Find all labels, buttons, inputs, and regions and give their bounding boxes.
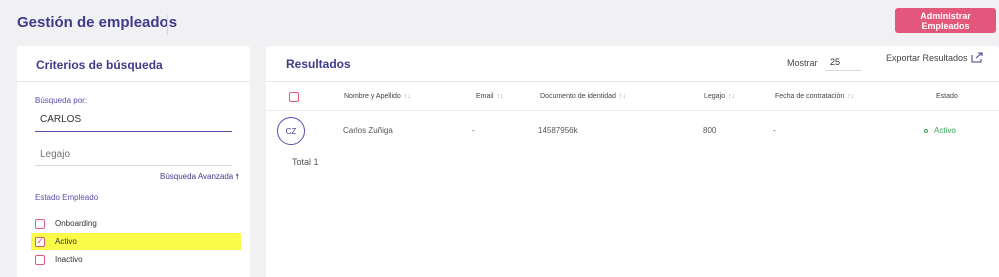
employee-email: - bbox=[472, 126, 475, 135]
column-header-estado: Estado bbox=[936, 93, 958, 100]
search-criteria-panel: Criterios de búsqueda Búsqueda por: Búsq… bbox=[17, 46, 250, 277]
panel-divider bbox=[17, 81, 250, 82]
panel-divider bbox=[266, 81, 999, 82]
column-header-label: Email bbox=[476, 93, 494, 100]
column-header-legajo[interactable]: Legajo ↑↓ bbox=[704, 93, 735, 100]
advanced-search-label: Búsqueda Avanzada bbox=[160, 172, 234, 181]
mostrar-label: Mostrar bbox=[787, 58, 818, 68]
results-total: Total 1 bbox=[292, 157, 319, 167]
column-header-nombre[interactable]: Nombre y Apellido ↑↓ bbox=[344, 93, 411, 100]
results-title: Resultados bbox=[286, 57, 351, 71]
column-header-label: Legajo bbox=[704, 93, 726, 100]
search-criteria-title: Criterios de búsqueda bbox=[36, 58, 163, 72]
activo-checkbox[interactable]: ✓ bbox=[35, 236, 45, 247]
sort-icon: ↑↓ bbox=[728, 93, 736, 100]
page-title: Gestión de empleados bbox=[17, 14, 178, 31]
onboarding-checkbox[interactable] bbox=[35, 218, 45, 229]
onboarding-label: Onboarding bbox=[55, 219, 97, 228]
page-size-input[interactable] bbox=[825, 53, 861, 71]
status-text: Activo bbox=[934, 126, 956, 135]
search-input[interactable] bbox=[35, 108, 232, 132]
employee-documento: 14587956k bbox=[538, 126, 578, 135]
column-header-fecha[interactable]: Fecha de contratación ↑↓ bbox=[775, 93, 854, 100]
search-by-label: Búsqueda por: bbox=[35, 96, 88, 105]
inactivo-label: Inactivo bbox=[55, 255, 83, 264]
select-all-checkbox[interactable] bbox=[289, 92, 299, 102]
estado-empleado-label: Estado Empleado bbox=[35, 193, 99, 202]
inactivo-checkbox[interactable] bbox=[35, 254, 45, 265]
arrow-up-icon: 🠕 bbox=[235, 172, 239, 181]
estado-option-onboarding[interactable]: Onboarding bbox=[31, 215, 241, 232]
header-row-divider bbox=[266, 110, 999, 111]
top-bar: Gestión de empleados Administrar Emplead… bbox=[0, 0, 999, 44]
advanced-search-link[interactable]: Búsqueda Avanzada 🠕 bbox=[160, 171, 239, 185]
employee-name[interactable]: Carlos Zuñiga bbox=[343, 126, 393, 135]
sort-icon: ↑↓ bbox=[847, 93, 855, 100]
avatar: CZ bbox=[277, 117, 305, 145]
title-divider bbox=[167, 15, 168, 35]
export-results-link[interactable]: Exportar Resultados bbox=[886, 52, 983, 63]
estado-option-activo[interactable]: ✓ Activo bbox=[31, 233, 241, 250]
legajo-field[interactable] bbox=[35, 144, 232, 166]
column-header-email[interactable]: Email ↑↓ bbox=[476, 93, 504, 100]
column-header-documento[interactable]: Documento de identidad ↑↓ bbox=[540, 93, 626, 100]
export-icon bbox=[971, 52, 983, 63]
employee-fecha: - bbox=[773, 126, 776, 135]
status-badge: Activo bbox=[924, 126, 956, 135]
export-results-label: Exportar Resultados bbox=[886, 52, 968, 63]
column-header-label: Nombre y Apellido bbox=[344, 93, 401, 100]
column-header-label: Fecha de contratación bbox=[775, 93, 845, 100]
employee-legajo: 800 bbox=[703, 126, 717, 135]
column-header-label: Documento de identidad bbox=[540, 93, 616, 100]
administrar-empleados-button[interactable]: Administrar Empleados bbox=[895, 8, 996, 33]
sort-icon: ↑↓ bbox=[618, 93, 626, 100]
estado-option-inactivo[interactable]: Inactivo bbox=[31, 251, 241, 268]
activo-label: Activo bbox=[55, 237, 77, 246]
sort-icon: ↑↓ bbox=[496, 93, 504, 100]
results-panel: Resultados Mostrar Exportar Resultados N… bbox=[266, 46, 999, 277]
status-dot-icon bbox=[924, 128, 928, 133]
sort-icon: ↑↓ bbox=[403, 93, 411, 100]
